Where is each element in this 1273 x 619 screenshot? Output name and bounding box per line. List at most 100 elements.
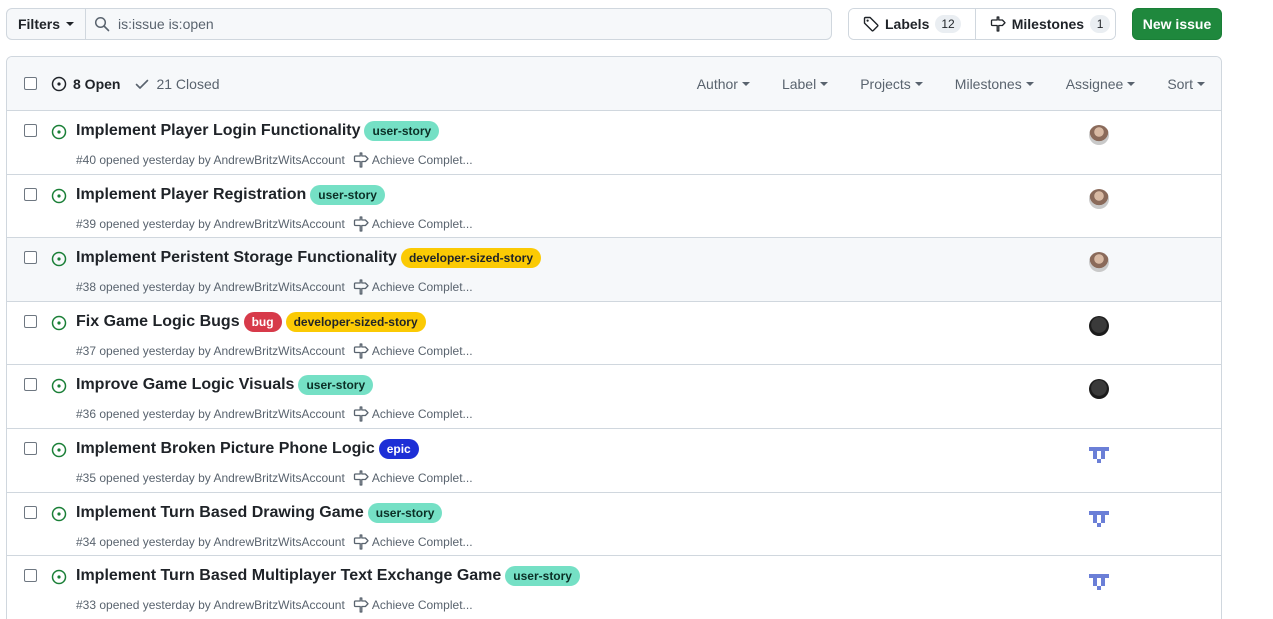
issue-opened-by: #34 opened yesterday by AndrewBritzWitsA… [76,534,345,549]
issue-checkbox[interactable] [24,251,37,265]
issue-title-link[interactable]: Fix Game Logic Bugs [76,313,240,331]
labels-button[interactable]: Labels 12 [849,9,975,39]
issue-row[interactable]: Implement Player Registration user-story… [7,174,1221,239]
milestones-filter[interactable]: Milestones [955,76,1034,92]
issue-title-line: Implement Player Registration user-story [76,184,385,205]
issue-opened-by: #35 opened yesterday by AndrewBritzWitsA… [76,470,345,485]
assignee-avatar[interactable] [1089,570,1109,591]
author-filter-label: Author [696,76,738,92]
issue-meta: #38 opened yesterday by AndrewBritzWitsA… [76,279,473,295]
chevron-down-icon [1127,82,1136,86]
issue-checkbox[interactable] [24,505,37,519]
issue-title-link[interactable]: Implement Broken Picture Phone Logic [76,440,375,458]
issue-open-icon [51,442,67,458]
issue-meta: #39 opened yesterday by AndrewBritzWitsA… [76,215,473,232]
issue-title-link[interactable]: Implement Peristent Storage Functionalit… [76,249,397,267]
filter-search-group: Filters [6,8,832,40]
issue-title-line: Implement Broken Picture Phone Logic epi… [76,438,419,459]
milestone-icon [353,533,369,550]
issue-milestone-link[interactable]: Achieve Complet... [353,470,473,486]
issue-row[interactable]: Implement Broken Picture Phone Logic epi… [7,428,1221,493]
labels-milestones-nav: Labels 12 Milestones 1 [848,8,1116,40]
issue-open-icon [51,76,67,92]
open-issues-link[interactable]: 8 Open [51,76,120,92]
issue-milestone-link[interactable]: Achieve Complet... [353,215,473,232]
issue-meta: #34 opened yesterday by AndrewBritzWitsA… [76,533,473,550]
new-issue-button[interactable]: New issue [1132,8,1222,40]
issue-checkbox[interactable] [24,314,37,328]
label-developer-sized-story[interactable]: developer-sized-story [400,248,541,269]
assignee-filter-label: Assignee [1065,76,1124,92]
issue-meta: #36 opened yesterday by AndrewBritzWitsA… [76,406,473,423]
issue-milestone-link[interactable]: Achieve Complet... [353,533,473,550]
issue-milestone-link[interactable]: Achieve Complet... [353,406,473,423]
issue-title-link[interactable]: Implement Player Login Functionality [76,122,360,140]
assignee-avatar[interactable] [1089,125,1109,145]
milestone-icon [353,152,369,168]
label-user-story[interactable]: user-story [298,375,374,396]
issue-checkbox[interactable] [24,441,37,455]
issue-title-line: Implement Player Login Functionality use… [76,121,440,141]
issue-row[interactable]: Improve Game Logic Visuals user-story #3… [7,365,1221,429]
issue-title-link[interactable]: Improve Game Logic Visuals [76,376,294,394]
issue-title-link[interactable]: Implement Turn Based Multiplayer Text Ex… [76,567,501,585]
list-filter-menus: Author Label Projects Milestones Assigne… [697,57,1205,111]
issue-title-link[interactable]: Implement Player Registration [76,186,306,204]
issue-open-icon [51,188,67,203]
label-user-story[interactable]: user-story [367,502,443,523]
issue-milestone-label: Achieve Complet... [371,407,473,422]
select-all-checkbox[interactable] [24,77,37,90]
issue-row[interactable]: Fix Game Logic Bugs bug developer-sized-s… [7,301,1221,366]
label-user-story[interactable]: user-story [310,184,385,205]
issue-title-line: Fix Game Logic Bugs bug developer-sized-s… [76,311,426,332]
label-epic[interactable]: epic [378,438,419,459]
issue-title-link[interactable]: Implement Turn Based Drawing Game [76,504,364,522]
issue-checkbox[interactable] [24,187,37,201]
closed-issues-link[interactable]: 21 Closed [134,76,220,92]
issue-checkbox[interactable] [24,124,37,137]
sort-filter-label: Sort [1167,76,1193,92]
label-user-story[interactable]: user-story [505,566,580,587]
assignee-avatar[interactable] [1089,379,1109,400]
issue-row[interactable]: Implement Turn Based Drawing Game user-s… [7,492,1221,557]
milestones-button[interactable]: Milestones 1 [974,9,1115,39]
issue-checkbox[interactable] [24,569,37,583]
label-user-story[interactable]: user-story [364,121,440,141]
issue-milestone-label: Achieve Complet... [371,280,473,295]
author-filter[interactable]: Author [697,76,750,92]
issue-checkbox[interactable] [24,378,37,392]
issue-milestone-label: Achieve Complet... [371,598,473,613]
issue-milestone-link[interactable]: Achieve Complet... [353,343,473,359]
assignee-avatar[interactable] [1089,188,1109,209]
assignee-avatar[interactable] [1089,442,1109,463]
issue-open-icon [51,569,67,585]
assignee-avatar[interactable] [1089,252,1109,273]
issue-milestone-link[interactable]: Achieve Complet... [353,597,473,613]
label-bug[interactable]: bug [243,311,282,332]
milestones-count-badge: 1 [1090,15,1111,33]
issue-opened-by: #36 opened yesterday by AndrewBritzWitsA… [76,407,345,422]
milestones-label: Milestones [1011,16,1085,32]
assignee-filter[interactable]: Assignee [1066,76,1136,92]
issues-toolbar: Filters Labels 12 Milestones 1 [6,8,1222,40]
issue-milestone-link[interactable]: Achieve Complet... [353,152,473,168]
filters-dropdown-button[interactable]: Filters [6,8,86,40]
issue-title-line: Implement Turn Based Multiplayer Text Ex… [76,566,580,587]
assignee-avatar[interactable] [1089,506,1109,527]
issue-row[interactable]: Implement Player Login Functionality use… [7,111,1221,175]
issue-meta: #40 opened yesterday by AndrewBritzWitsA… [76,152,473,168]
assignee-avatar[interactable] [1089,315,1109,336]
issue-milestone-label: Achieve Complet... [371,343,473,358]
issue-milestone-label: Achieve Complet... [371,534,473,549]
issue-milestone-link[interactable]: Achieve Complet... [353,279,473,295]
projects-filter[interactable]: Projects [860,76,923,92]
issue-row[interactable]: Implement Turn Based Multiplayer Text Ex… [7,556,1221,619]
milestone-icon [353,215,369,232]
milestone-icon [353,406,369,423]
search-input[interactable] [118,16,718,32]
sort-filter[interactable]: Sort [1167,76,1205,92]
search-box[interactable] [86,8,832,40]
issue-row[interactable]: Implement Peristent Storage Functionalit… [7,238,1221,302]
label-developer-sized-story[interactable]: developer-sized-story [285,311,426,332]
label-filter[interactable]: Label [782,76,829,92]
